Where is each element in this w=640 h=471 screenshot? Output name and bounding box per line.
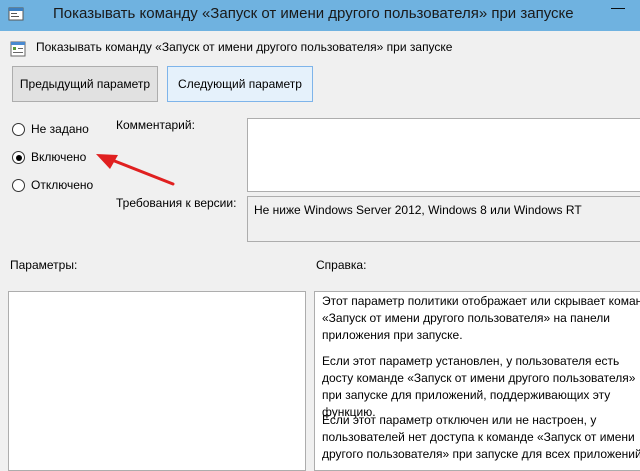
radio-button[interactable] [12, 123, 25, 136]
policy-header: Показывать команду «Запуск от имени друг… [0, 31, 640, 61]
options-panel[interactable] [8, 291, 306, 471]
next-setting-button[interactable]: Следующий параметр [167, 66, 313, 102]
help-label: Справка: [316, 258, 367, 272]
help-paragraph: Если этот параметр установлен, у пользов… [322, 354, 636, 419]
radio-label: Включено [31, 150, 87, 164]
radio-button-checked[interactable] [12, 151, 25, 164]
policy-name: Показывать команду «Запуск от имени друг… [36, 40, 453, 54]
version-requirements-field: Не ниже Windows Server 2012, Windows 8 и… [247, 196, 640, 242]
app-icon [8, 7, 24, 21]
policy-icon [10, 41, 26, 57]
previous-setting-button[interactable]: Предыдущий параметр [12, 66, 158, 102]
radio-label: Не задано [31, 122, 89, 136]
window-title: Показывать команду «Запуск от имени друг… [53, 5, 574, 22]
radio-button[interactable] [12, 179, 25, 192]
options-label: Параметры: [10, 258, 78, 272]
help-panel[interactable]: Этот параметр политики отображает или ск… [314, 291, 640, 471]
minimize-button[interactable]: — [596, 0, 640, 22]
comment-textarea[interactable] [247, 118, 640, 192]
help-paragraph: Этот параметр политики отображает или ск… [322, 294, 640, 342]
version-label: Требования к версии: [116, 196, 237, 210]
comment-label: Комментарий: [116, 118, 195, 132]
title-bar: Показывать команду «Запуск от имени друг… [0, 0, 640, 31]
version-value: Не ниже Windows Server 2012, Windows 8 и… [254, 203, 582, 217]
annotation-arrow-icon [96, 154, 175, 186]
help-paragraph: Если этот параметр отключен или не настр… [322, 413, 640, 461]
radio-label: Отключено [31, 178, 94, 192]
